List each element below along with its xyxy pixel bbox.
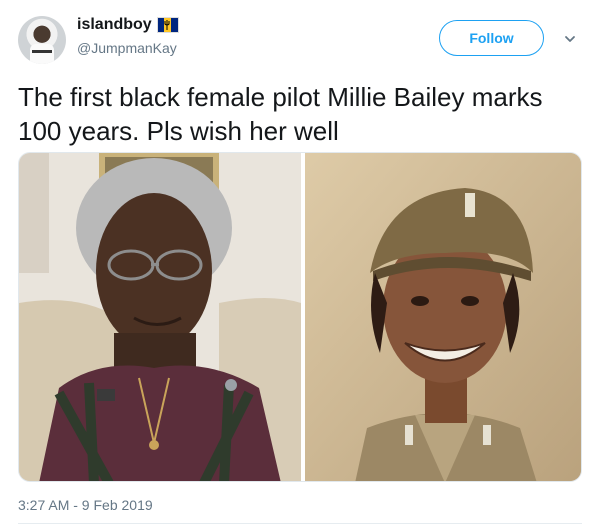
flag-band-right [171,18,178,32]
flag-band-left [157,18,165,32]
avatar-shirt-stripe [32,50,52,53]
tweet-text: The first black female pilot Millie Bail… [18,82,543,146]
chevron-down-icon[interactable] [563,32,577,46]
divider [18,523,582,524]
tweet-timestamp[interactable]: 3:27 AM - 9 Feb 2019 [18,497,153,513]
author-name-row[interactable]: islandboy [77,16,179,34]
young-pilot-illustration [305,153,581,481]
avatar[interactable] [18,16,66,64]
trident-icon [164,20,170,30]
follow-button[interactable]: Follow [439,20,544,56]
display-name[interactable]: islandboy [77,16,152,34]
barbados-flag-icon [156,17,179,33]
avatar-shirt [30,44,54,64]
flag-band-center [164,18,172,32]
elderly-woman-illustration [19,153,301,481]
media-grid[interactable] [18,152,582,482]
photo-elderly-woman[interactable] [19,153,301,481]
user-handle[interactable]: @JumpmanKay [77,40,177,56]
photo-young-pilot[interactable] [305,153,581,481]
